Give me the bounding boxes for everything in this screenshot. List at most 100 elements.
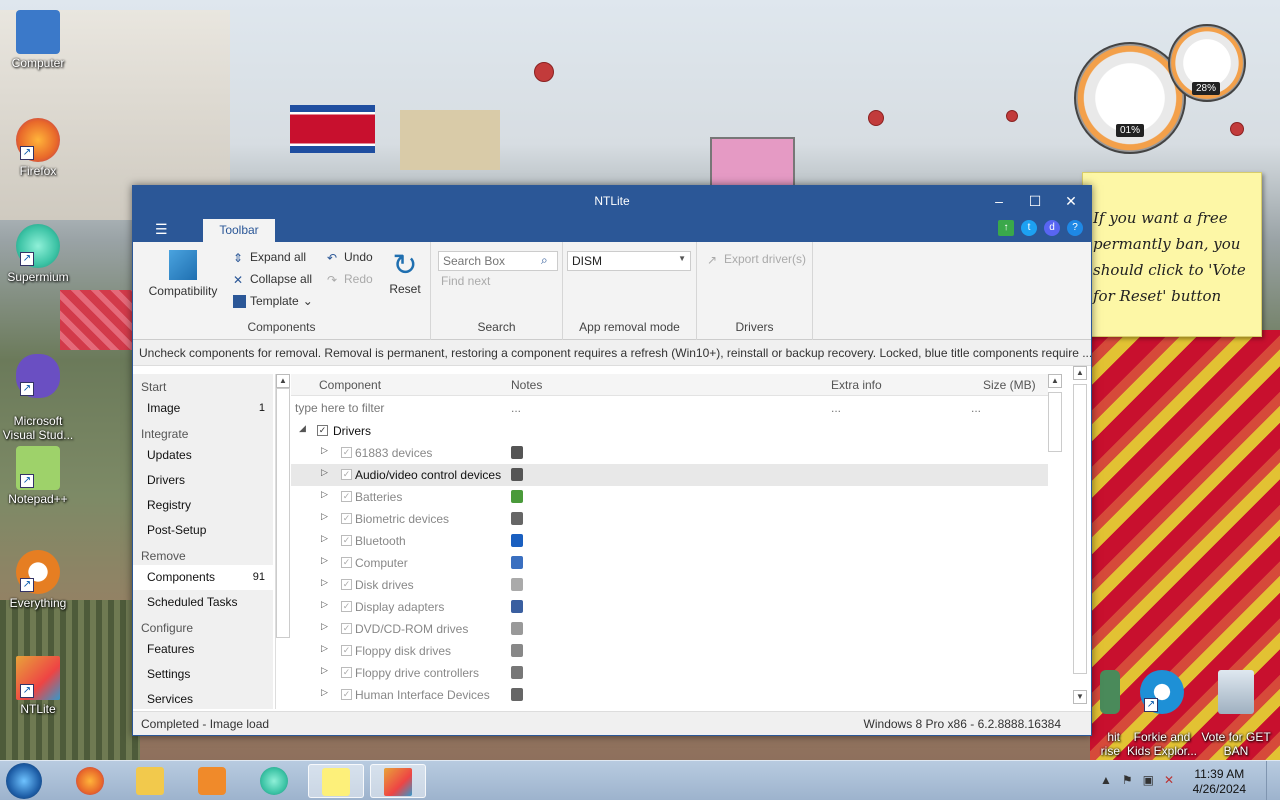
checkbox[interactable]: ✓: [317, 425, 328, 436]
checkbox[interactable]: ✓: [341, 513, 352, 524]
undo-button[interactable]: ↶ Undo: [327, 250, 373, 265]
nav-item-drivers[interactable]: Drivers: [133, 468, 273, 493]
nav-scroll-thumb[interactable]: [276, 388, 290, 638]
checkbox[interactable]: ✓: [341, 601, 352, 612]
filter-extra[interactable]: ...: [831, 401, 841, 415]
filter-input[interactable]: type here to filter: [295, 401, 384, 415]
hamburger-menu-icon[interactable]: ☰: [155, 221, 168, 238]
expand-arrow-icon[interactable]: ▷: [321, 445, 328, 456]
desktop-icon-ntlite[interactable]: ↗ NTLite: [0, 656, 76, 716]
tree-row[interactable]: ▷ ✓ Bluetooth: [291, 530, 1048, 552]
export-drivers-button[interactable]: ↗ Export driver(s): [707, 252, 806, 267]
search-icon[interactable]: ⌕: [541, 253, 548, 268]
desktop-icon-computer[interactable]: Computer: [0, 10, 76, 70]
removal-mode-select[interactable]: DISM ▼: [567, 251, 691, 271]
tree-scrollbar[interactable]: ▲: [1048, 374, 1064, 709]
scroll-up-icon[interactable]: ▲: [276, 374, 290, 388]
help-icon[interactable]: ?: [1067, 220, 1083, 236]
tree-row[interactable]: ▷ ✓ Display adapters: [291, 596, 1048, 618]
expand-arrow-icon[interactable]: ▷: [321, 599, 328, 610]
taskbar-firefox[interactable]: [62, 764, 118, 798]
network-icon[interactable]: ▣: [1143, 773, 1154, 787]
expand-arrow-icon[interactable]: ▷: [321, 621, 328, 632]
template-button[interactable]: Template ⌄: [233, 294, 313, 308]
close-button[interactable]: ✕: [1053, 186, 1089, 216]
redo-button[interactable]: ↷ Redo: [327, 272, 373, 287]
action-center-flag-icon[interactable]: ⚑: [1122, 773, 1133, 787]
checkbox[interactable]: ✓: [341, 469, 352, 480]
nav-item-image[interactable]: Image 1: [133, 396, 273, 421]
ram-gauge[interactable]: 28%: [1168, 24, 1246, 102]
window-scrollbar[interactable]: ▲ ▼: [1073, 366, 1089, 711]
taskbar-ntlite[interactable]: [370, 764, 426, 798]
tree-row[interactable]: ▷ ✓ DVD/CD-ROM drives: [291, 618, 1048, 640]
collapse-all-button[interactable]: ✕ Collapse all: [233, 272, 312, 287]
expand-arrow-icon[interactable]: ▷: [321, 555, 328, 566]
checkbox[interactable]: ✓: [341, 645, 352, 656]
checkbox[interactable]: ✓: [341, 623, 352, 634]
nav-item-components[interactable]: Components 91: [133, 565, 273, 590]
tree-row[interactable]: ▷ ✓ Floppy disk drives: [291, 640, 1048, 662]
reset-button[interactable]: ↻ Reset: [383, 250, 427, 297]
window-scroll-thumb[interactable]: [1073, 384, 1087, 674]
tree-scroll-thumb[interactable]: [1048, 392, 1062, 452]
minimize-button[interactable]: –: [981, 186, 1017, 216]
scroll-up-icon[interactable]: ▲: [1073, 366, 1087, 380]
title-bar[interactable]: NTLite – ☐ ✕: [133, 186, 1091, 216]
expand-arrow-icon[interactable]: ▷: [321, 687, 328, 698]
col-notes[interactable]: Notes: [511, 378, 542, 392]
filter-notes[interactable]: ...: [511, 401, 521, 415]
desktop-icon-everything[interactable]: ↗ Everything: [0, 550, 76, 610]
nav-item-post-setup[interactable]: Post-Setup: [133, 518, 273, 543]
expand-arrow-icon[interactable]: ▷: [321, 665, 328, 676]
col-size[interactable]: Size (MB): [983, 378, 1036, 392]
discord-icon[interactable]: d: [1044, 220, 1060, 236]
tab-toolbar[interactable]: Toolbar: [203, 219, 275, 242]
tree-row[interactable]: ▷ ✓ Audio/video control devices: [291, 464, 1048, 486]
update-arrow-icon[interactable]: ↑: [998, 220, 1014, 236]
volume-muted-icon[interactable]: ✕: [1164, 773, 1174, 787]
expand-arrow-icon[interactable]: ▷: [321, 511, 328, 522]
tree-row[interactable]: ▷ ✓ Disk drives: [291, 574, 1048, 596]
desktop-icon-visual-studio[interactable]: ↗ Microsoft Visual Stud...: [0, 340, 76, 456]
nav-item-scheduled-tasks[interactable]: Scheduled Tasks: [133, 590, 273, 615]
taskbar-supermium[interactable]: [246, 764, 302, 798]
scroll-up-icon[interactable]: ▲: [1048, 374, 1062, 388]
expand-arrow-icon[interactable]: ▷: [321, 577, 328, 588]
checkbox[interactable]: ✓: [341, 579, 352, 590]
show-desktop-button[interactable]: [1266, 761, 1280, 800]
compatibility-button[interactable]: Compatibility: [143, 250, 223, 298]
desktop-icon-recycle-bin[interactable]: Vote for GET BAN: [1198, 656, 1274, 772]
nav-item-updates[interactable]: Updates: [133, 443, 273, 468]
checkbox[interactable]: ✓: [341, 447, 352, 458]
clock[interactable]: 11:39 AM 4/26/2024: [1193, 767, 1246, 797]
tree-row[interactable]: ▷ ✓ Biometric devices: [291, 508, 1048, 530]
nav-scrollbar[interactable]: ▲: [275, 374, 291, 709]
checkbox[interactable]: ✓: [341, 557, 352, 568]
desktop-icon-firefox[interactable]: ↗ Firefox: [0, 118, 76, 178]
expand-arrow-icon[interactable]: ▷: [321, 489, 328, 500]
tree-node-drivers[interactable]: ◢ ✓ Drivers: [291, 420, 1048, 442]
nav-item-services[interactable]: Services: [133, 687, 273, 709]
expand-arrow-icon[interactable]: ▷: [321, 643, 328, 654]
tree-row[interactable]: ▷ ✓ 61883 devices: [291, 442, 1048, 464]
checkbox[interactable]: ✓: [341, 689, 352, 700]
tree-row[interactable]: ▷ ✓ Batteries: [291, 486, 1048, 508]
filter-size[interactable]: ...: [971, 401, 981, 415]
col-component[interactable]: Component: [319, 378, 381, 392]
checkbox[interactable]: ✓: [341, 667, 352, 678]
twitter-icon[interactable]: t: [1021, 220, 1037, 236]
nav-item-features[interactable]: Features: [133, 637, 273, 662]
nav-item-settings[interactable]: Settings: [133, 662, 273, 687]
sticky-note[interactable]: If you want a free permantly ban, you sh…: [1082, 172, 1262, 337]
show-hidden-icons-icon[interactable]: ▲: [1100, 773, 1112, 787]
start-button[interactable]: [6, 763, 42, 799]
taskbar-media-player[interactable]: [184, 764, 240, 798]
scroll-down-icon[interactable]: ▼: [1073, 690, 1087, 704]
taskbar-sticky-notes[interactable]: [308, 764, 364, 798]
tree-row[interactable]: ▷ ✓ Human Interface Devices: [291, 684, 1048, 706]
desktop-icon-forkie-explorer[interactable]: ↗ Forkie and Kids Explor...: [1124, 656, 1200, 772]
expand-arrow-icon[interactable]: ▷: [321, 467, 328, 478]
collapse-arrow-icon[interactable]: ◢: [299, 423, 306, 434]
desktop-icon-notepadpp[interactable]: ↗ Notepad++: [0, 446, 76, 506]
